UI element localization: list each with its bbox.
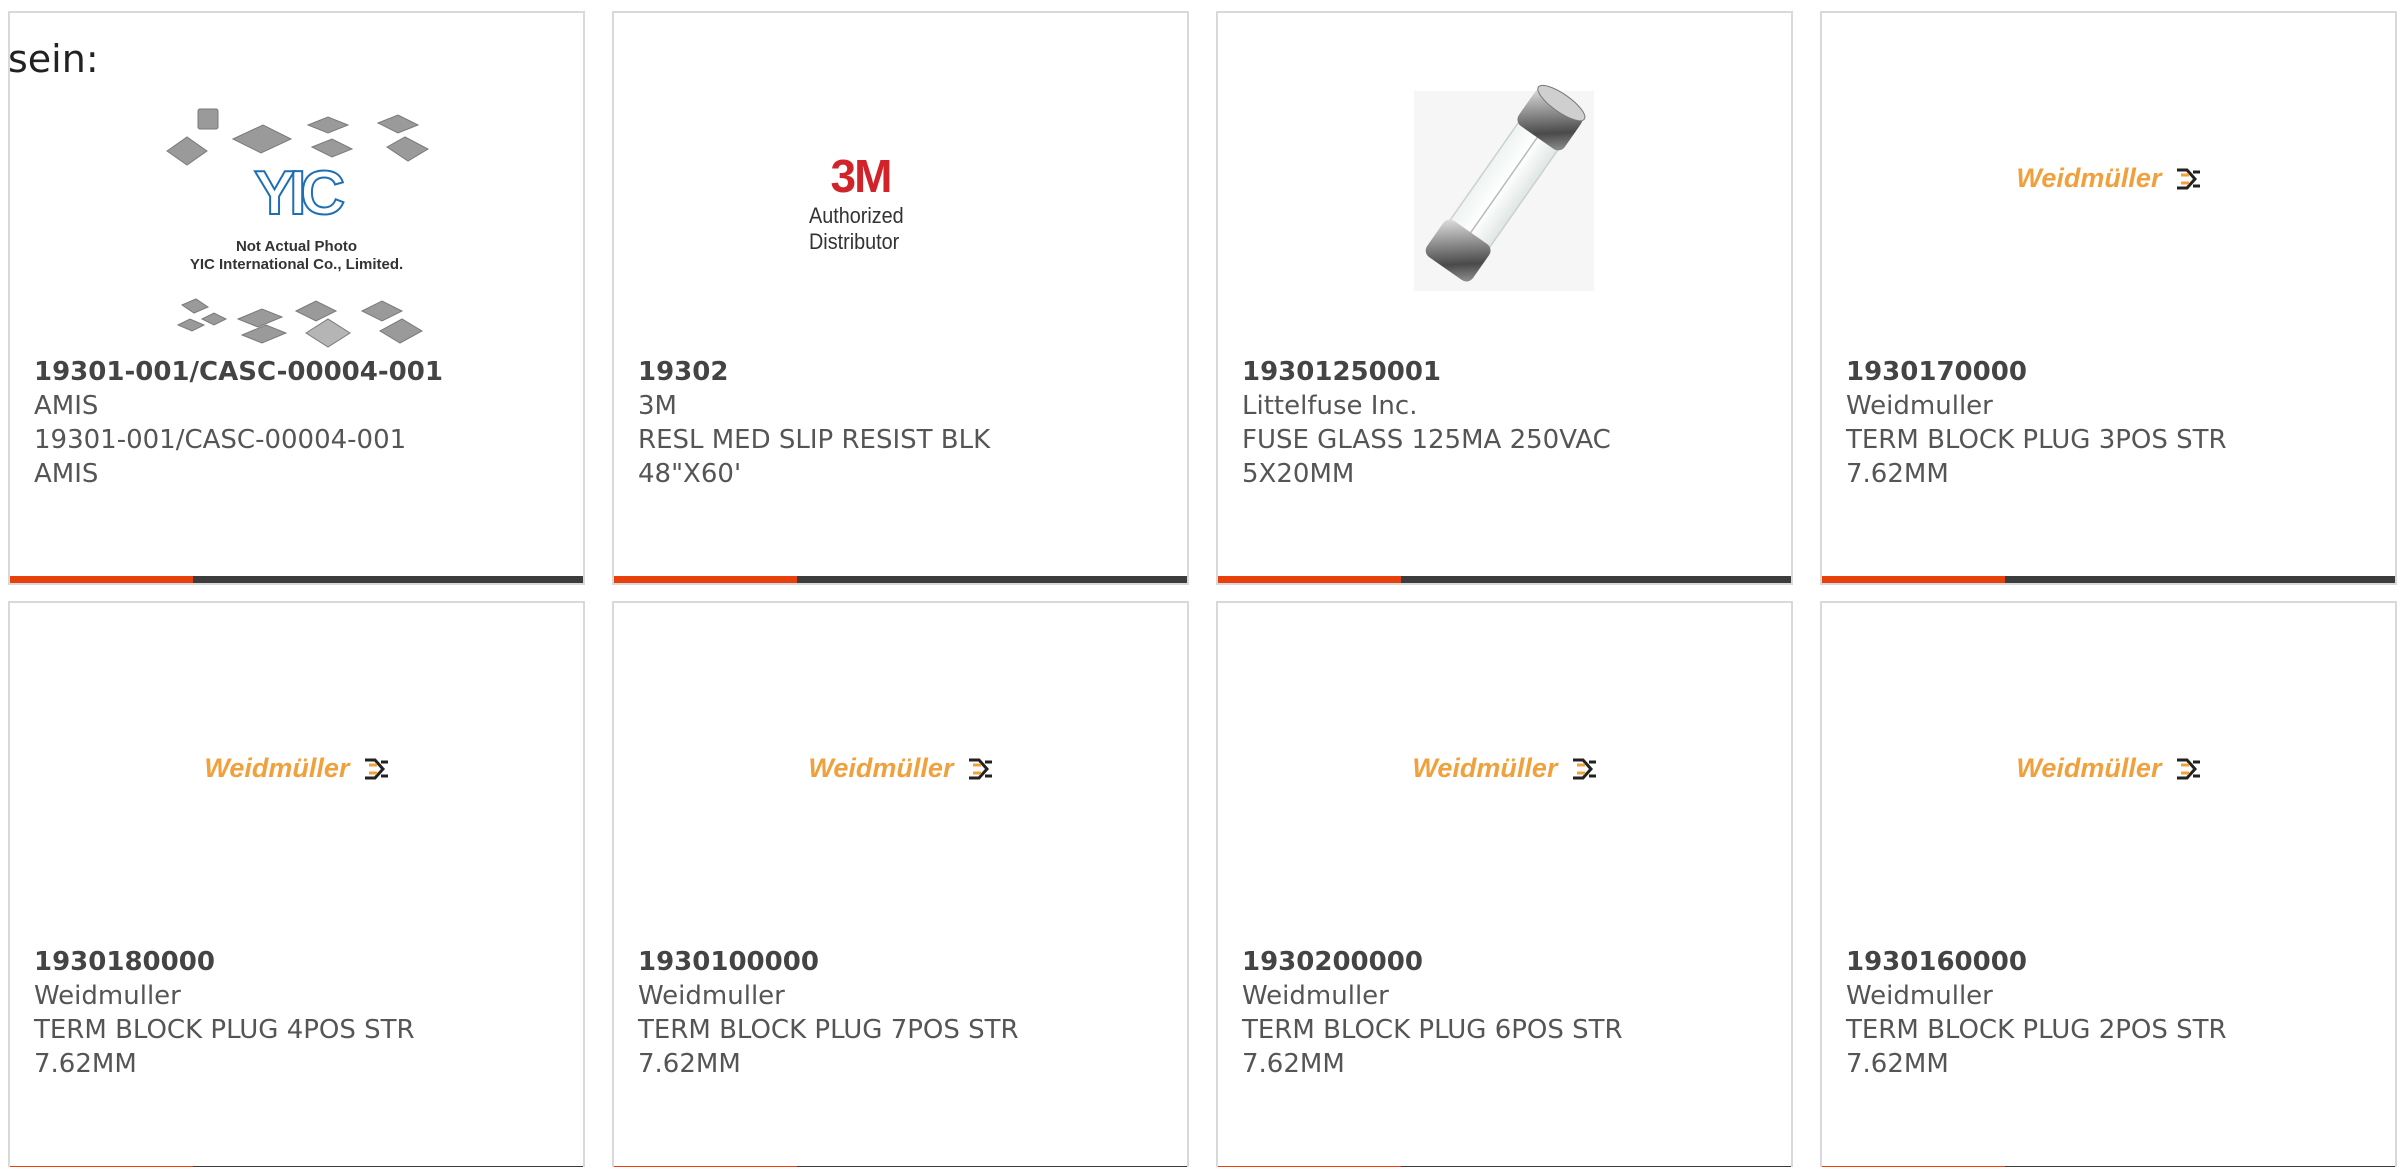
intro-text: sein: [8, 37, 99, 81]
description-line-2: 7.62MM [1846, 459, 1949, 489]
weidmuller-logo: Weidmüller [614, 753, 1187, 784]
manufacturer: Weidmuller [1846, 391, 1993, 421]
part-number-link[interactable]: 19301250001 [1242, 355, 1771, 389]
card-accent-bar [10, 576, 193, 583]
description-line-1: TERM BLOCK PLUG 4POS STR [34, 1015, 415, 1045]
3m-logo-subtitle: Authorized Distributor [808, 203, 904, 254]
3m-logo: 3M Authorized Distributor [614, 153, 1187, 255]
description-line-2: AMIS [34, 459, 99, 489]
weidmuller-logo-word: Weidmüller [2016, 753, 2162, 783]
product-image[interactable] [1218, 13, 1791, 348]
part-number-link[interactable]: 1930200000 [1242, 945, 1771, 979]
part-number-link[interactable]: 1930180000 [34, 945, 563, 979]
part-number-link[interactable]: 19302 [638, 355, 1167, 389]
description-line-2: 7.62MM [1846, 1049, 1949, 1079]
description-line-1: FUSE GLASS 125MA 250VAC [1242, 425, 1611, 455]
card-bottom-bar [1822, 576, 2395, 583]
description-line-1: TERM BLOCK PLUG 7POS STR [638, 1015, 1019, 1045]
weidmuller-logo-word: Weidmüller [2016, 163, 2162, 193]
weidmuller-logo: Weidmüller [1218, 753, 1791, 784]
manufacturer: Weidmuller [638, 981, 785, 1011]
weidmuller-mark-icon [2176, 168, 2200, 189]
description-line-1: RESL MED SLIP RESIST BLK [638, 425, 991, 455]
manufacturer: 3M [638, 391, 677, 421]
part-number-link[interactable]: 1930100000 [638, 945, 1167, 979]
product-image[interactable]: 3M Authorized Distributor [614, 13, 1187, 348]
product-card[interactable]: Weidmüller 1930200000 Weidmuller TERM BL… [1216, 601, 1793, 1167]
product-card[interactable]: YIC Not Actual Photo YIC International C… [8, 11, 585, 585]
card-accent-bar [1822, 576, 2005, 583]
description-line-2: 5X20MM [1242, 459, 1355, 489]
description-line-1: TERM BLOCK PLUG 6POS STR [1242, 1015, 1623, 1045]
weidmuller-mark-icon [364, 758, 388, 779]
manufacturer: Weidmuller [34, 981, 181, 1011]
part-number-link[interactable]: 19301-001/CASC-00004-001 [34, 355, 563, 389]
card-bottom-bar [10, 576, 583, 583]
weidmuller-logo: Weidmüller [1822, 753, 2395, 784]
description-line-1: TERM BLOCK PLUG 3POS STR [1846, 425, 2227, 455]
image-caption-not-actual: Not Actual Photo [235, 238, 358, 255]
weidmuller-logo-word: Weidmüller [1412, 753, 1558, 783]
product-image[interactable]: Weidmüller [1218, 603, 1791, 938]
manufacturer: Weidmuller [1242, 981, 1389, 1011]
weidmuller-logo: Weidmüller [10, 753, 583, 784]
product-grid-page: sein: YIC Not Actual Photo YIC Internati… [0, 0, 2400, 1167]
product-card[interactable]: Weidmüller 1930180000 Weidmuller TERM BL… [8, 601, 585, 1167]
product-image[interactable]: Weidmüller [1822, 13, 2395, 348]
weidmuller-mark-icon [968, 758, 992, 779]
part-number-link[interactable]: 1930160000 [1846, 945, 2375, 979]
card-bottom-bar [614, 576, 1187, 583]
part-number-link[interactable]: 1930170000 [1846, 355, 2375, 389]
product-image[interactable]: Weidmüller [10, 603, 583, 938]
glass-fuse-icon [1414, 84, 1594, 291]
weidmuller-logo-word: Weidmüller [808, 753, 954, 783]
manufacturer: AMIS [34, 391, 99, 421]
manufacturer: Littelfuse Inc. [1242, 391, 1418, 421]
product-image[interactable]: Weidmüller [614, 603, 1187, 938]
3m-logo-mark: 3M [830, 150, 893, 202]
product-image[interactable]: Weidmüller [1822, 603, 2395, 938]
description-line-1: TERM BLOCK PLUG 2POS STR [1846, 1015, 2227, 1045]
weidmuller-logo-word: Weidmüller [204, 753, 350, 783]
product-card[interactable]: Weidmüller 1930170000 Weidmuller TERM BL… [1820, 11, 2397, 585]
image-caption-company: YIC International Co., Limited. [189, 256, 404, 273]
weidmuller-logo: Weidmüller [1822, 163, 2395, 194]
card-bottom-bar [1218, 576, 1791, 583]
weidmuller-mark-icon [2176, 758, 2200, 779]
description-line-2: 7.62MM [638, 1049, 741, 1079]
description-line-2: 7.62MM [1242, 1049, 1345, 1079]
card-accent-bar [614, 576, 797, 583]
product-card[interactable]: 3M Authorized Distributor 19302 3M RESL … [612, 11, 1189, 585]
manufacturer: Weidmuller [1846, 981, 1993, 1011]
product-card[interactable]: Weidmüller 1930160000 Weidmuller TERM BL… [1820, 601, 2397, 1167]
description-line-1: 19301-001/CASC-00004-001 [34, 425, 407, 455]
product-card[interactable]: 19301250001 Littelfuse Inc. FUSE GLASS 1… [1216, 11, 1793, 585]
description-line-2: 48"X60' [638, 459, 742, 489]
yic-logo: YIC [253, 159, 346, 228]
product-card[interactable]: Weidmüller 1930100000 Weidmuller TERM BL… [612, 601, 1189, 1167]
weidmuller-mark-icon [1572, 758, 1596, 779]
card-accent-bar [1218, 576, 1401, 583]
description-line-2: 7.62MM [34, 1049, 137, 1079]
